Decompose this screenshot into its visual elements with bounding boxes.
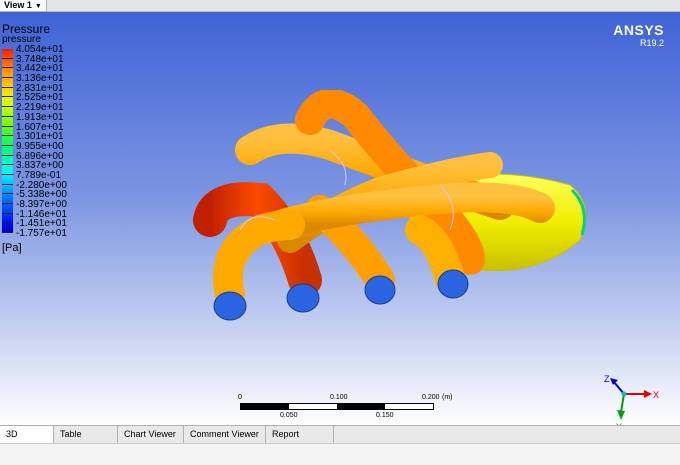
- axis-x-label: X: [653, 390, 659, 400]
- legend-swatch: [2, 116, 13, 127]
- viewer-tab-bar: 3D Viewer Table Viewer Chart Viewer Comm…: [0, 425, 680, 456]
- legend-swatch: [2, 223, 13, 234]
- scale-bar-graphic: [240, 403, 434, 410]
- legend-labels: 4.054e+01 3.748e+01 3.442e+01 3.136e+01 2.83…: [16, 45, 67, 239]
- legend-swatch: [2, 58, 13, 69]
- view-selector-label: View 1: [4, 0, 32, 10]
- chevron-down-icon: ▼: [34, 3, 42, 10]
- legend-swatch: [2, 78, 13, 88]
- status-bar: [0, 443, 680, 465]
- legend-level-label: -1.757e+01: [16, 228, 67, 240]
- brand-name: ANSYS: [613, 22, 664, 38]
- ansys-logo: ANSYS R19.2: [613, 22, 664, 48]
- tab-3d-viewer[interactable]: 3D Viewer: [0, 426, 54, 456]
- legend-swatch: [2, 126, 13, 137]
- legend-swatch: [2, 97, 13, 108]
- brand-version: R19.2: [639, 38, 664, 48]
- legend-swatch: [2, 174, 13, 185]
- legend-swatch: [2, 194, 13, 204]
- legend-swatch: [2, 213, 13, 224]
- scale-tick-0050: 0.050: [280, 412, 298, 419]
- scale-tick-0100: 0.100: [330, 394, 348, 401]
- legend-swatch: [2, 165, 13, 175]
- scale-unit: (m): [442, 394, 453, 401]
- view-selector[interactable]: View 1 ▼: [0, 0, 47, 11]
- legend-unit: [Pa]: [2, 242, 22, 254]
- legend-swatch: [2, 184, 13, 195]
- scale-tick-0150: 0.150: [376, 412, 394, 419]
- tab-report-viewer[interactable]: Report Viewer: [266, 426, 334, 456]
- tab-chart-viewer[interactable]: Chart Viewer: [118, 426, 184, 443]
- legend-swatch: [2, 68, 13, 79]
- legend-color-bar: [2, 49, 13, 235]
- legend-swatch: [2, 107, 13, 117]
- legend-swatch: [2, 49, 13, 59]
- scale-tick-0: 0: [238, 394, 242, 401]
- tab-table-viewer[interactable]: Table Viewer: [54, 426, 118, 456]
- legend-swatch: [2, 204, 13, 214]
- axis-z-label: Z: [604, 374, 610, 384]
- axis-triad[interactable]: X Z Y: [600, 374, 660, 425]
- tab-comment-viewer[interactable]: Comment Viewer: [184, 426, 266, 443]
- scale-tick-0200: 0.200: [422, 394, 440, 401]
- legend-swatch: [2, 136, 13, 146]
- legend-swatch: [2, 155, 13, 166]
- 3d-viewport[interactable]: Pressure pressure 4.054e+01 3.748e+01 3.44…: [0, 12, 680, 425]
- viewer-title-bar: View 1 ▼: [0, 0, 680, 12]
- legend-swatch: [2, 145, 13, 156]
- pipe-model-render[interactable]: [180, 90, 610, 330]
- legend-swatch: [2, 87, 13, 98]
